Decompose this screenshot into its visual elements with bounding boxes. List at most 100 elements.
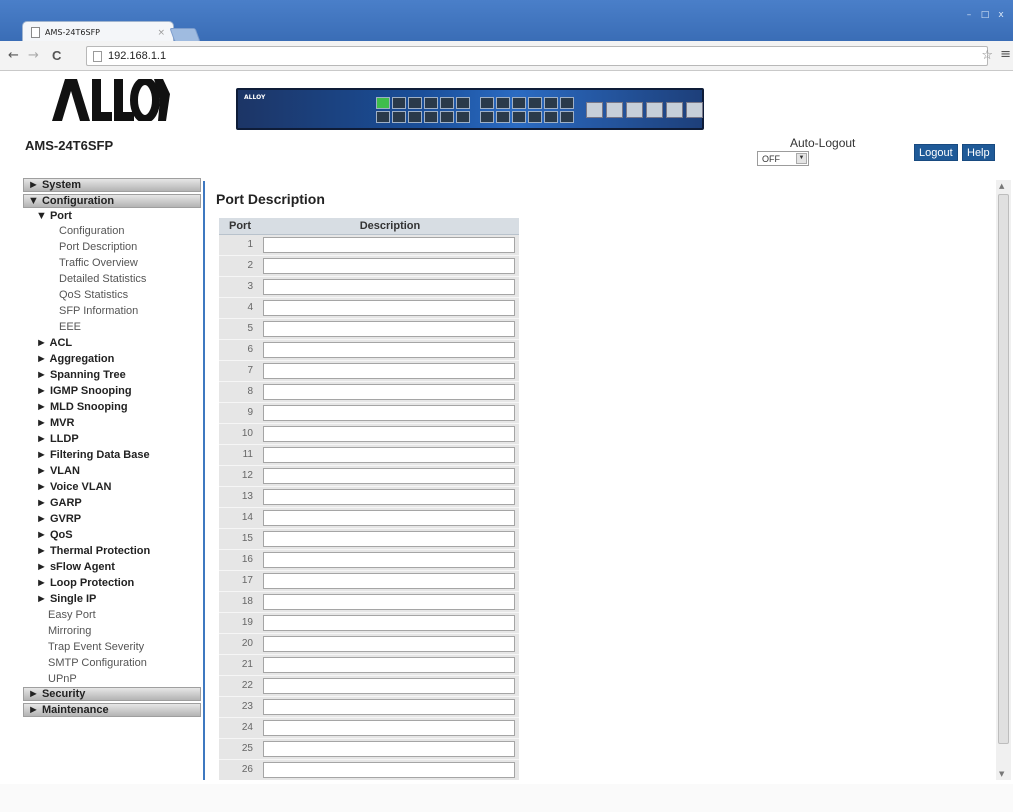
switch-logo: ALLOY [244,94,266,101]
alloy-logo [52,79,170,121]
description-input[interactable] [263,341,515,358]
sidebar-maintenance[interactable]: ► Maintenance [23,703,201,717]
logout-button[interactable]: Logout [914,144,958,161]
description-cell [261,759,519,780]
description-input[interactable] [263,236,515,253]
table-row: 11 [219,444,519,466]
port-number: 4 [219,297,261,319]
description-input[interactable] [263,551,515,568]
sidebar-sfp-information[interactable]: SFP Information [23,303,201,319]
description-input[interactable] [263,719,515,736]
sidebar-igmp-snooping[interactable]: ► IGMP Snooping [23,383,201,399]
description-cell [261,339,519,361]
sidebar-mirroring[interactable]: Mirroring [23,623,201,639]
sidebar: ► System ▼ Configuration ▼ Port Configur… [23,178,201,719]
sidebar-smtp-configuration[interactable]: SMTP Configuration [23,655,201,671]
description-input[interactable] [263,425,515,442]
sidebar-aggregation[interactable]: ► Aggregation [23,351,201,367]
description-input[interactable] [263,404,515,421]
sidebar-vlan[interactable]: ► VLAN [23,463,201,479]
description-input[interactable] [263,467,515,484]
sidebar-port-description[interactable]: Port Description [23,239,201,255]
description-input[interactable] [263,299,515,316]
description-input[interactable] [263,677,515,694]
sidebar-easy-port[interactable]: Easy Port [23,607,201,623]
description-input[interactable] [263,635,515,652]
sidebar-qos-statistics[interactable]: QoS Statistics [23,287,201,303]
back-icon[interactable]: ← [8,48,19,63]
sidebar-configuration[interactable]: ▼ Configuration [23,194,201,208]
sidebar-garp[interactable]: ► GARP [23,495,201,511]
sidebar-detailed-statistics[interactable]: Detailed Statistics [23,271,201,287]
new-tab-button[interactable] [169,28,201,42]
port-led [560,111,574,123]
window-controls: – □ x [961,8,1009,22]
sidebar-loop-protection[interactable]: ► Loop Protection [23,575,201,591]
bookmark-star-icon[interactable]: ☆ [981,48,993,63]
sidebar-filtering-data-base[interactable]: ► Filtering Data Base [23,447,201,463]
sfp-ports [586,102,703,118]
description-input[interactable] [263,698,515,715]
description-input[interactable] [263,383,515,400]
description-input[interactable] [263,593,515,610]
autologout-select[interactable]: OFF ▼ [757,151,809,166]
sidebar-voice-vlan[interactable]: ► Voice VLAN [23,479,201,495]
sidebar-acl[interactable]: ► ACL [23,335,201,351]
browser-titlebar: AMS-24T6SFP × – □ x [0,0,1013,43]
sidebar-port[interactable]: ▼ Port [23,210,201,223]
description-input[interactable] [263,362,515,379]
sidebar-thermal-protection[interactable]: ► Thermal Protection [23,543,201,559]
help-button[interactable]: Help [962,144,995,161]
sidebar-gvrp[interactable]: ► GVRP [23,511,201,527]
sidebar-spanning-tree[interactable]: ► Spanning Tree [23,367,201,383]
sidebar-mvr[interactable]: ► MVR [23,415,201,431]
scrollbar[interactable]: ▲ ▼ [996,180,1011,780]
scrollbar-thumb[interactable] [998,194,1009,744]
description-input[interactable] [263,257,515,274]
sidebar-system[interactable]: ► System [23,178,201,192]
sidebar-eee[interactable]: EEE [23,319,201,335]
description-input[interactable] [263,656,515,673]
description-input[interactable] [263,509,515,526]
reload-icon[interactable]: C [52,48,61,63]
browser-tab[interactable]: AMS-24T6SFP × [22,21,174,43]
description-input[interactable] [263,614,515,631]
port-number: 24 [219,717,261,739]
sidebar-security[interactable]: ► Security [23,687,201,701]
description-input[interactable] [263,278,515,295]
tab-close-icon[interactable]: × [157,28,165,38]
forward-icon[interactable]: → [28,48,39,63]
port-number: 17 [219,570,261,592]
description-cell [261,360,519,382]
table-row: 22 [219,675,519,697]
minimize-icon[interactable]: – [961,8,977,22]
description-cell [261,570,519,592]
sidebar-trap-event-severity[interactable]: Trap Event Severity [23,639,201,655]
description-input[interactable] [263,572,515,589]
status-strip [0,784,1013,812]
sidebar-mld-snooping[interactable]: ► MLD Snooping [23,399,201,415]
sidebar-sflow-agent[interactable]: ► sFlow Agent [23,559,201,575]
sidebar-port-configuration[interactable]: Configuration [23,223,201,239]
scroll-up-icon[interactable]: ▲ [999,182,1004,190]
close-window-icon[interactable]: x [993,8,1009,22]
browser-menu-icon[interactable]: ≡ [1000,47,1011,62]
description-input[interactable] [263,530,515,547]
description-input[interactable] [263,320,515,337]
sidebar-single-ip[interactable]: ► Single IP [23,591,201,607]
port-number: 11 [219,444,261,466]
sidebar-lldp[interactable]: ► LLDP [23,431,201,447]
scroll-down-icon[interactable]: ▼ [999,770,1004,778]
port-number: 9 [219,402,261,424]
address-bar[interactable]: 192.168.1.1 [86,46,988,66]
description-input[interactable] [263,740,515,757]
description-input[interactable] [263,488,515,505]
maximize-icon[interactable]: □ [977,8,993,22]
sidebar-upnp[interactable]: UPnP [23,671,201,687]
port-number: 3 [219,276,261,298]
description-cell [261,297,519,319]
description-input[interactable] [263,446,515,463]
sidebar-traffic-overview[interactable]: Traffic Overview [23,255,201,271]
sidebar-qos[interactable]: ► QoS [23,527,201,543]
description-input[interactable] [263,761,515,778]
